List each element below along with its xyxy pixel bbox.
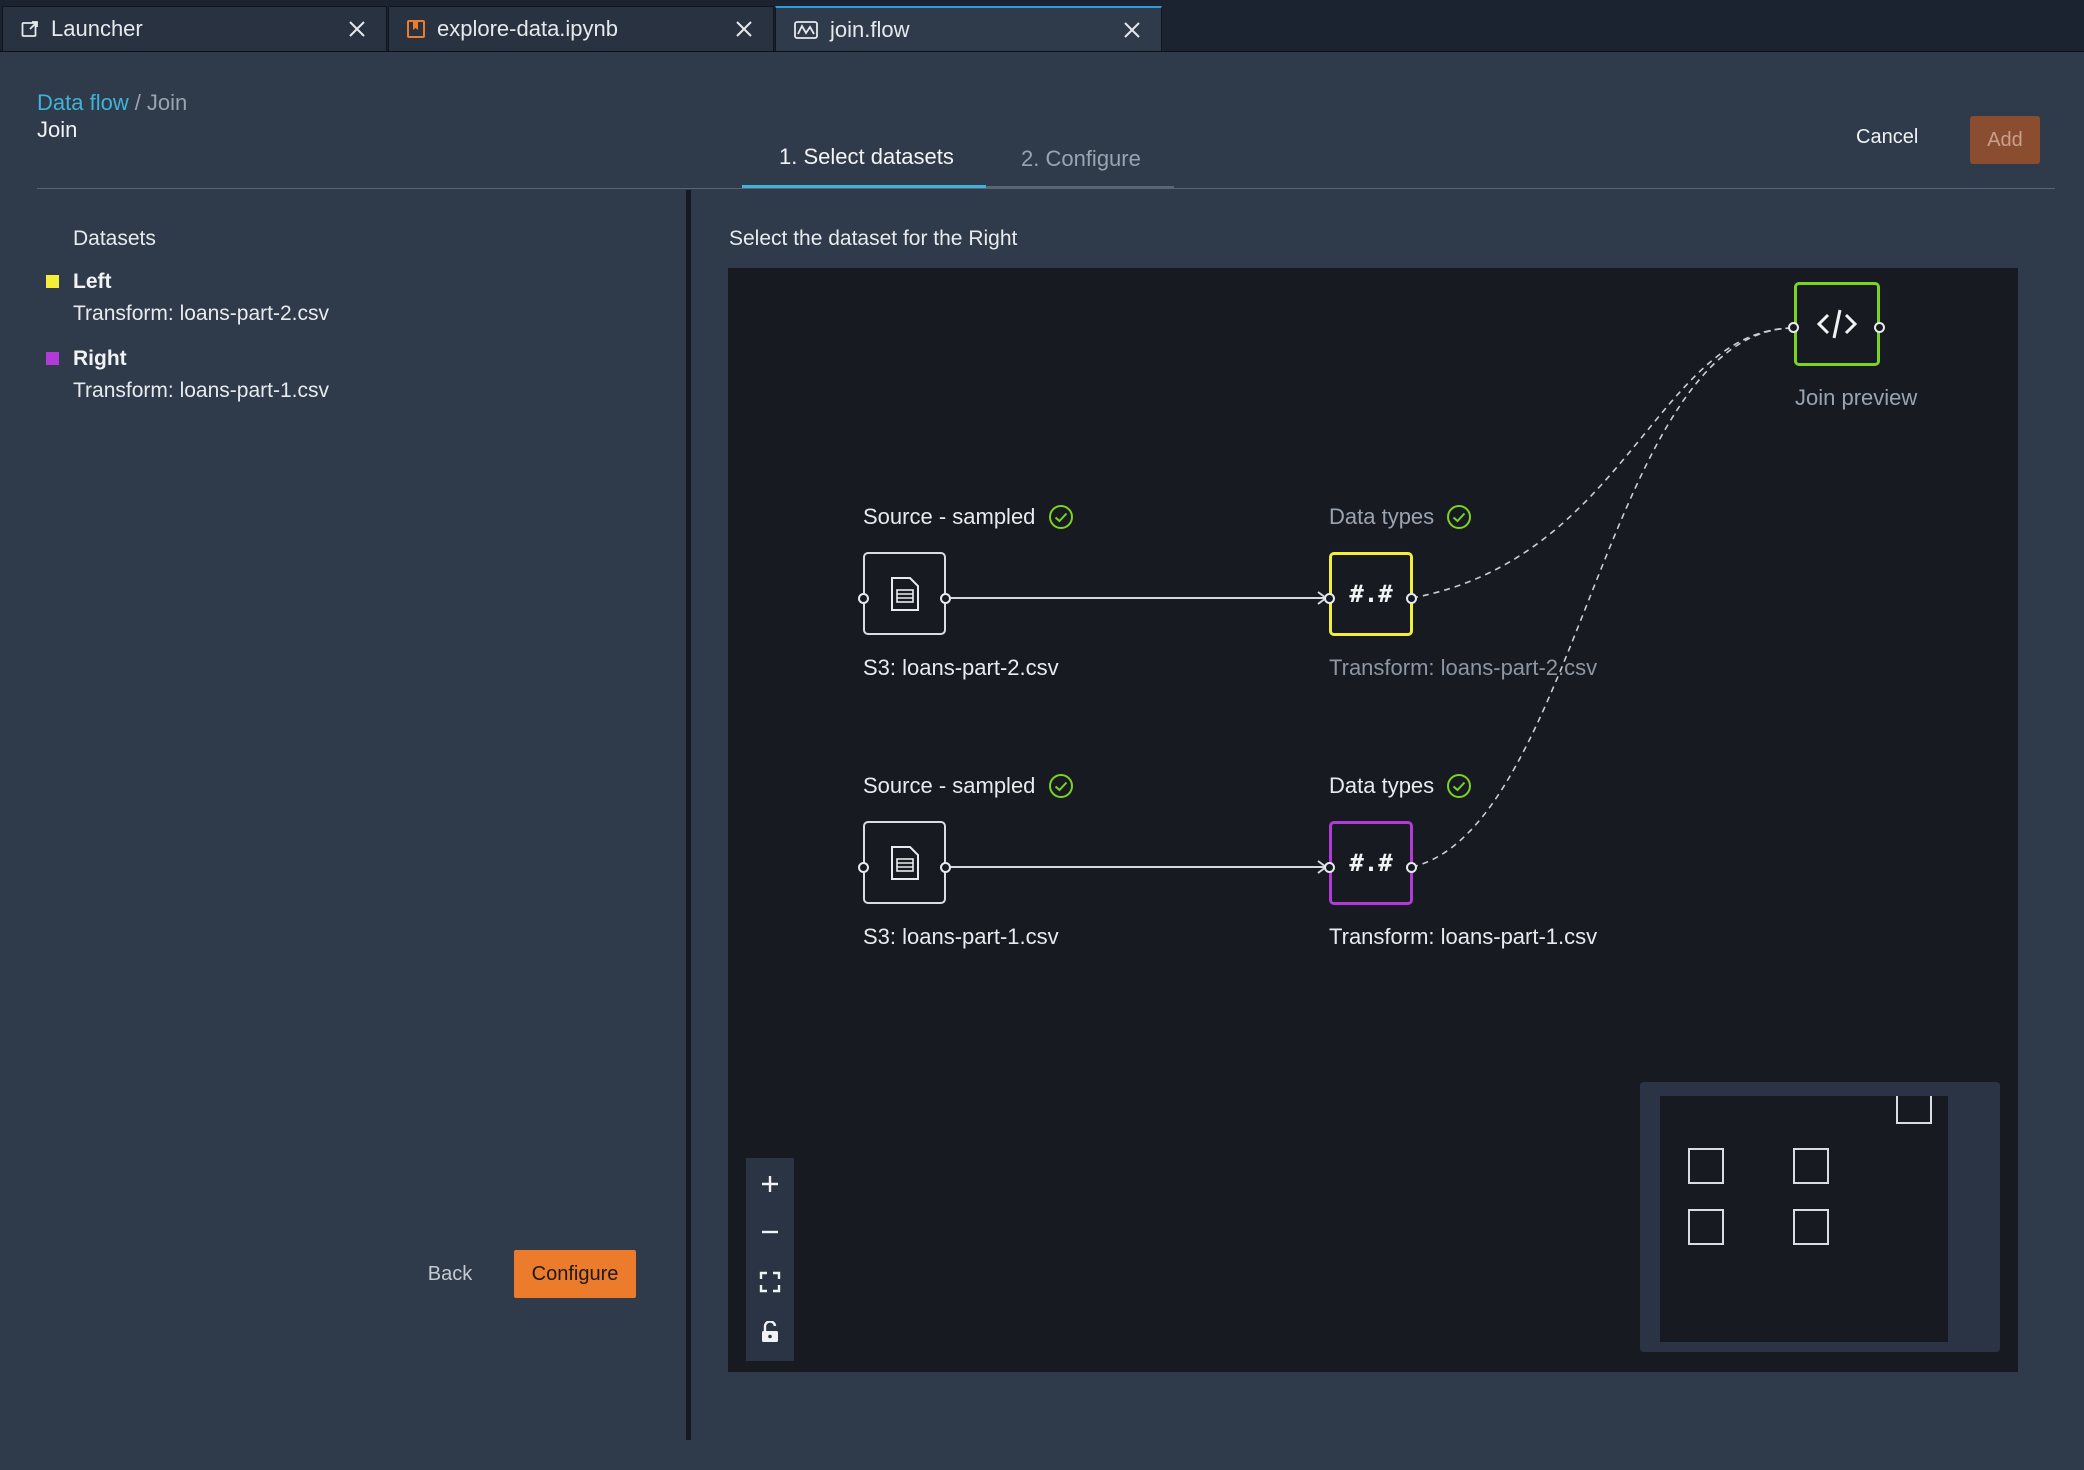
source-2-input-port[interactable] xyxy=(858,862,869,873)
dataset-right-value: Transform: loans-part-1.csv xyxy=(73,379,329,402)
header-divider xyxy=(37,188,2055,189)
types-1-symbol: #.# xyxy=(1349,580,1393,608)
unlock-icon xyxy=(762,1321,778,1342)
panel-splitter[interactable] xyxy=(686,190,691,1440)
types-2-input-port[interactable] xyxy=(1324,862,1335,873)
breadcrumb: Data flow / Join xyxy=(37,90,187,116)
page-title: Join xyxy=(37,117,78,142)
external-link-icon xyxy=(21,20,39,38)
canvas-heading: Select the dataset for the Right xyxy=(729,227,1018,250)
source-1-input-port[interactable] xyxy=(858,593,869,604)
check-circle-icon xyxy=(1048,774,1073,798)
minimap-node xyxy=(1688,1209,1724,1245)
types-2-title-text: Data types xyxy=(1329,773,1435,798)
minimap-node xyxy=(1793,1209,1829,1245)
close-icon[interactable] xyxy=(733,18,755,40)
check-circle-icon xyxy=(1447,774,1472,798)
breadcrumb-current: Join xyxy=(146,90,188,115)
source-1-node[interactable] xyxy=(863,552,946,635)
tab-join-flow[interactable]: join.flow xyxy=(775,6,1162,51)
flow-icon xyxy=(794,20,818,39)
source-1-title: Source - sampled xyxy=(863,504,1074,530)
tab-explore-data[interactable]: explore-data.ipynb xyxy=(388,6,774,51)
file-icon xyxy=(890,576,919,611)
plus-icon xyxy=(762,1176,778,1192)
close-icon[interactable] xyxy=(346,18,368,40)
close-icon[interactable] xyxy=(1121,19,1143,41)
source-2-title: Source - sampled xyxy=(863,773,1074,799)
types-2-output-port[interactable] xyxy=(1406,862,1417,873)
join-output-port[interactable] xyxy=(1874,322,1885,333)
breadcrumb-data-flow-link[interactable]: Data flow xyxy=(37,90,129,115)
source-1-label: S3: loans-part-2.csv xyxy=(863,655,1059,680)
minus-icon xyxy=(762,1230,778,1234)
minimap-viewport xyxy=(1660,1096,1948,1342)
zoom-out-button[interactable] xyxy=(746,1208,794,1256)
minimap-node xyxy=(1793,1148,1829,1184)
file-icon xyxy=(890,845,919,880)
fit-view-button[interactable] xyxy=(746,1258,794,1306)
tab-select-datasets[interactable]: 1. Select datasets xyxy=(779,144,954,170)
dataset-left-name: Left xyxy=(73,270,112,293)
tab-configure[interactable]: 2. Configure xyxy=(1021,146,1141,172)
types-2-label: Transform: loans-part-1.csv xyxy=(1329,924,1598,949)
types-1-input-port[interactable] xyxy=(1324,593,1335,604)
check-circle-icon xyxy=(1048,505,1073,529)
types-1-output-port[interactable] xyxy=(1406,593,1417,604)
tab-bar: Launcher explore-data.ipynb join.flow xyxy=(0,0,2084,52)
notebook-icon xyxy=(407,20,425,38)
types-1-label: Transform: loans-part-2.csv xyxy=(1329,655,1598,680)
tab-label: join.flow xyxy=(830,16,910,42)
fit-view-icon xyxy=(759,1271,781,1293)
lock-button[interactable] xyxy=(746,1308,794,1356)
tab-label: Launcher xyxy=(51,16,143,41)
types-1-node[interactable]: #.# xyxy=(1329,552,1413,636)
zoom-in-button[interactable] xyxy=(746,1160,794,1208)
join-input-port[interactable] xyxy=(1788,322,1799,333)
dataset-left-value: Transform: loans-part-2.csv xyxy=(73,302,329,325)
step-tabs: 1. Select datasets 2. Configure xyxy=(742,136,1174,188)
minimap[interactable] xyxy=(1640,1082,2000,1352)
tab-label: explore-data.ipynb xyxy=(437,16,619,41)
source-2-node[interactable] xyxy=(863,821,946,904)
minimap-node xyxy=(1896,1096,1932,1124)
types-2-title: Data types xyxy=(1329,773,1472,799)
add-button[interactable]: Add xyxy=(1970,116,2040,164)
flow-canvas[interactable]: Source - sampled S3: loans-part-2.csv Da… xyxy=(728,268,2018,1372)
breadcrumb-separator: / xyxy=(134,90,141,115)
cancel-button[interactable]: Cancel xyxy=(1856,126,1918,149)
types-2-node[interactable]: #.# xyxy=(1329,821,1413,905)
join-preview-node[interactable] xyxy=(1794,282,1880,366)
types-2-symbol: #.# xyxy=(1349,849,1393,877)
source-1-title-text: Source - sampled xyxy=(863,504,1036,529)
back-button[interactable]: Back xyxy=(410,1251,490,1297)
source-1-output-port[interactable] xyxy=(940,593,951,604)
datasets-title: Datasets xyxy=(73,227,156,250)
source-2-output-port[interactable] xyxy=(940,862,951,873)
minimap-node xyxy=(1688,1148,1724,1184)
right-color-swatch xyxy=(46,352,59,365)
check-circle-icon xyxy=(1447,505,1472,529)
code-icon xyxy=(1816,309,1858,339)
join-preview-label: Join preview xyxy=(1795,385,1918,410)
types-1-title: Data types xyxy=(1329,504,1472,530)
source-2-label: S3: loans-part-1.csv xyxy=(863,924,1059,949)
dataset-right-name: Right xyxy=(73,347,127,370)
tab-launcher[interactable]: Launcher xyxy=(2,6,387,51)
source-2-title-text: Source - sampled xyxy=(863,773,1036,798)
types-1-title-text: Data types xyxy=(1329,504,1435,529)
zoom-controls xyxy=(746,1158,794,1361)
configure-button[interactable]: Configure xyxy=(514,1250,636,1298)
left-color-swatch xyxy=(46,275,59,288)
